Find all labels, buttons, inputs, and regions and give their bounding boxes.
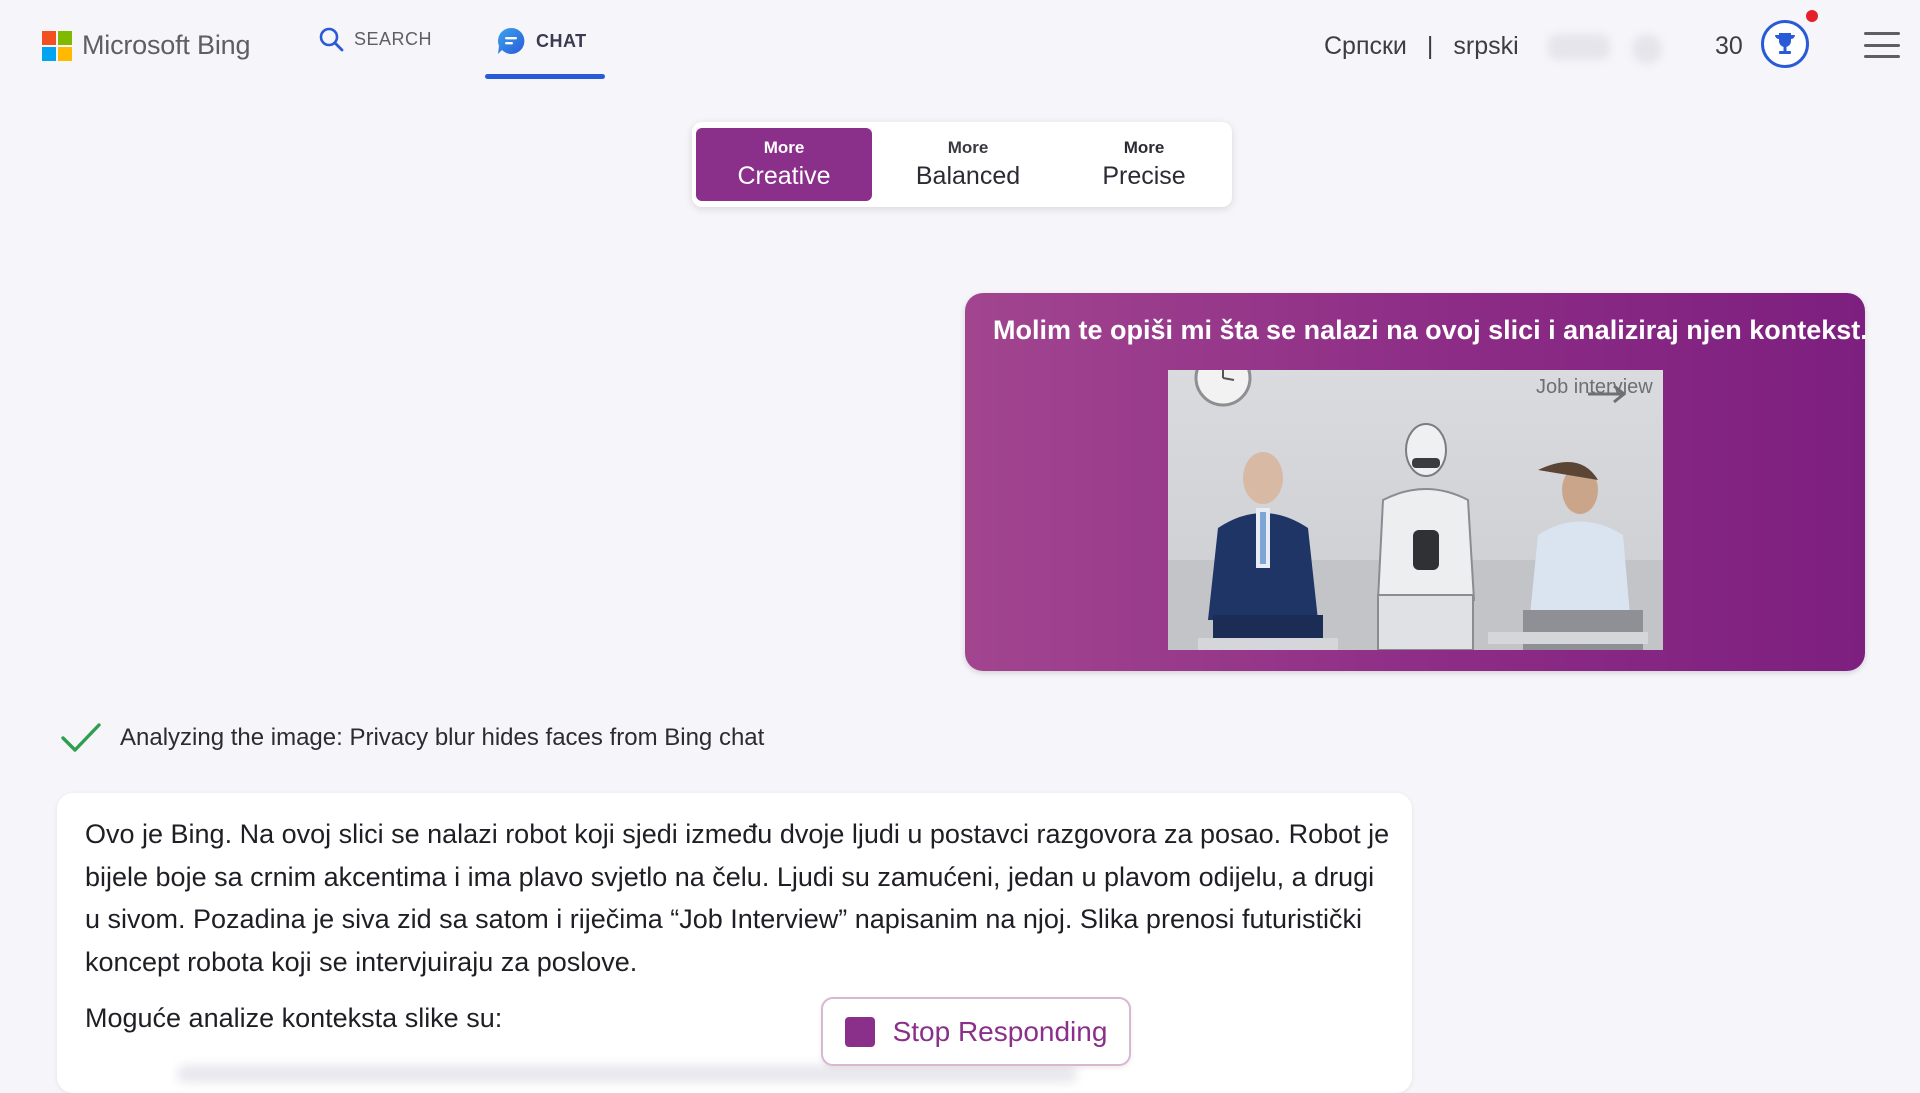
attached-image[interactable]: Job interview xyxy=(1168,370,1663,650)
active-tab-indicator xyxy=(485,74,605,79)
language-cyrillic-link[interactable]: Српски xyxy=(1324,32,1407,61)
language-latin-link[interactable]: srpski xyxy=(1453,32,1518,61)
hamburger-menu-icon[interactable] xyxy=(1864,32,1900,58)
bing-logo[interactable]: Microsoft Bing xyxy=(42,30,250,61)
tone-creative-prefix: More xyxy=(763,138,805,157)
tone-balanced-label: Balanced xyxy=(915,162,1021,190)
tab-search-label: SEARCH xyxy=(354,28,433,49)
language-separator: | xyxy=(1426,32,1434,60)
bot-response-card: Ovo je Bing. Na ovoj slici se nalazi rob… xyxy=(57,793,1412,1093)
chat-bubble-icon xyxy=(498,27,525,54)
conversation-style-selector: More Creative More Balanced More Precise xyxy=(692,122,1232,207)
microsoft-logo-icon xyxy=(42,30,72,61)
brand-name: Microsoft Bing xyxy=(82,30,251,60)
faded-text-line xyxy=(177,1065,1077,1083)
bot-response-paragraph: Ovo je Bing. Na ovoj slici se nalazi rob… xyxy=(85,819,1390,977)
notification-dot xyxy=(1806,10,1818,22)
top-bar: Microsoft Bing SEARCH CHAT Српски | srps… xyxy=(0,0,1920,90)
image-caption: Job interview xyxy=(1536,376,1653,398)
user-message-bubble: Molim te opiši mi šta se nalazi na ovoj … xyxy=(965,293,1868,671)
search-icon xyxy=(319,27,344,52)
analysis-status-text: Analyzing the image: Privacy blur hides … xyxy=(120,724,765,751)
bot-response-subheading: Moguće analize konteksta slike su: xyxy=(85,1003,503,1033)
tone-creative-button[interactable]: More Creative xyxy=(696,128,872,201)
stop-icon xyxy=(844,1016,875,1047)
job-interview-illustration xyxy=(1168,370,1663,650)
language-switcher: Српски | srpski xyxy=(1324,32,1519,61)
tone-creative-label: Creative xyxy=(737,162,831,190)
user-message-text: Molim te opiši mi šta se nalazi na ovoj … xyxy=(993,315,1868,345)
tone-balanced-prefix: More xyxy=(947,138,989,157)
tab-chat-label: CHAT xyxy=(536,30,587,51)
trophy-icon xyxy=(1775,33,1795,54)
stop-responding-button[interactable]: Stop Responding xyxy=(821,997,1131,1066)
tab-search[interactable]: SEARCH xyxy=(318,26,432,52)
stop-responding-label: Stop Responding xyxy=(892,1015,1108,1047)
checkmark-icon xyxy=(61,723,101,752)
rewards-trophy-icon[interactable] xyxy=(1761,20,1809,68)
rewards-points: 30 xyxy=(1715,32,1743,60)
tone-precise-button[interactable]: More Precise xyxy=(1056,128,1232,201)
analysis-status: Analyzing the image: Privacy blur hides … xyxy=(60,722,764,754)
tone-precise-prefix: More xyxy=(1123,138,1165,157)
tone-precise-label: Precise xyxy=(1102,162,1186,190)
tab-chat[interactable]: CHAT xyxy=(496,26,587,56)
blurred-username[interactable] xyxy=(1548,34,1610,60)
tone-balanced-button[interactable]: More Balanced xyxy=(880,128,1056,201)
blurred-avatar[interactable] xyxy=(1632,34,1662,64)
